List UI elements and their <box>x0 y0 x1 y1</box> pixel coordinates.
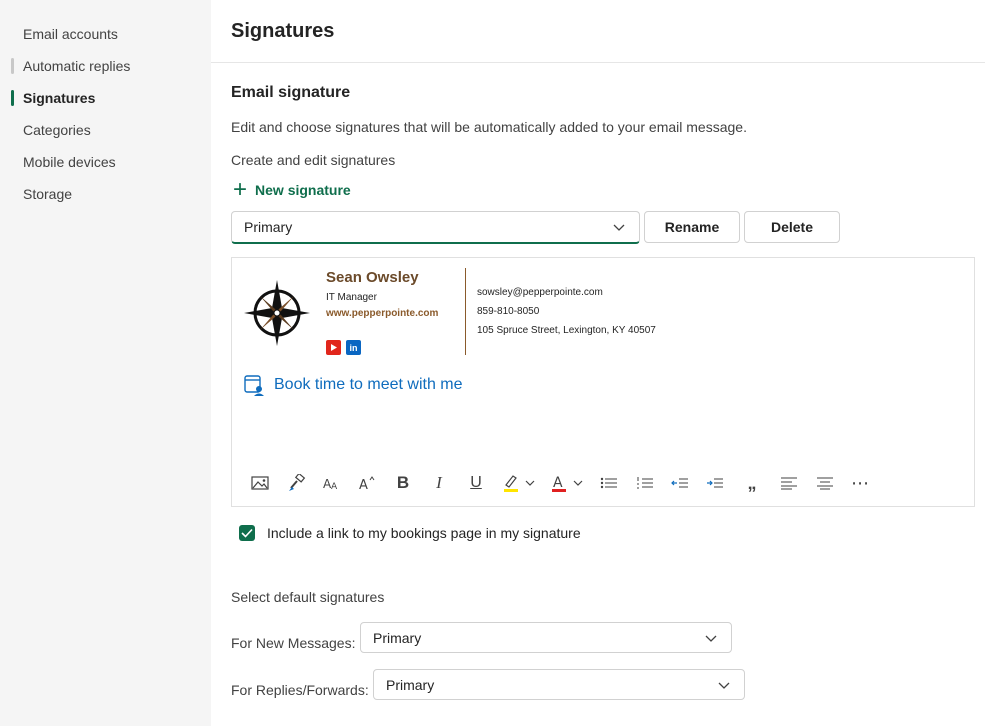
replies-forwards-label: For Replies/Forwards: <box>231 682 369 698</box>
booking-link-text: Book time to meet with me <box>274 376 463 393</box>
new-messages-select[interactable]: Primary <box>360 622 732 653</box>
chevron-down-icon <box>705 635 717 642</box>
sidebar-item-email-accounts[interactable]: Email accounts <box>23 24 118 44</box>
nav-active-indicator <box>11 90 14 106</box>
rename-button[interactable]: Rename <box>644 211 740 243</box>
include-bookings-checkbox[interactable] <box>239 525 255 541</box>
sidebar-item-mobile-devices[interactable]: Mobile devices <box>23 152 116 172</box>
new-signature-label: New signature <box>255 182 351 198</box>
section-title: Email signature <box>231 84 351 101</box>
signature-phone: 859-810-8050 <box>477 306 540 317</box>
signatures-panel: Signatures Email signature Edit and choo… <box>211 0 985 726</box>
booking-link[interactable]: Book time to meet with me <box>244 374 463 396</box>
sidebar-item-automatic-replies[interactable]: Automatic replies <box>23 56 130 76</box>
format-painter-icon[interactable] <box>287 472 307 494</box>
change-case-icon[interactable]: A <box>358 472 378 494</box>
signature-select-value: Primary <box>244 219 293 235</box>
align-center-icon[interactable] <box>815 472 835 494</box>
page-title: Signatures <box>231 20 335 42</box>
bullets-icon[interactable] <box>599 472 619 494</box>
section-description: Edit and choose signatures that will be … <box>231 119 747 135</box>
create-edit-heading: Create and edit signatures <box>231 152 396 168</box>
font-color-icon[interactable]: A <box>550 472 586 494</box>
chevron-down-icon <box>613 224 625 231</box>
replies-forwards-value: Primary <box>386 676 435 693</box>
signature-editor[interactable]: Sean Owsley IT Manager www.pepperpointe.… <box>231 257 975 507</box>
signature-divider <box>465 268 466 355</box>
nav-scroll-indicator <box>11 58 14 74</box>
header-divider <box>211 62 985 63</box>
format-toolbar: AA A B I U A „ ⋯ <box>232 468 974 498</box>
signature-name: Sean Owsley <box>326 269 419 286</box>
signature-email: sowsley@pepperpointe.com <box>477 287 603 298</box>
sidebar-item-categories[interactable]: Categories <box>23 120 91 140</box>
linkedin-icon[interactable]: in <box>346 340 361 355</box>
include-bookings-row: Include a link to my bookings page in my… <box>239 525 581 541</box>
signature-address: 105 Spruce Street, Lexington, KY 40507 <box>477 325 656 336</box>
delete-button[interactable]: Delete <box>744 211 840 243</box>
default-signatures-heading: Select default signatures <box>231 589 385 605</box>
calendar-person-icon <box>244 375 264 396</box>
svg-text:A: A <box>359 478 368 491</box>
settings-sidebar: Email accounts Automatic replies Signatu… <box>0 0 211 726</box>
increase-indent-icon[interactable] <box>705 472 725 494</box>
plus-icon: + <box>233 176 248 203</box>
replies-forwards-select[interactable]: Primary <box>373 669 745 700</box>
svg-text:A: A <box>553 475 563 491</box>
youtube-icon[interactable] <box>326 340 341 355</box>
italic-icon[interactable]: I <box>430 472 448 494</box>
new-messages-value: Primary <box>373 629 422 646</box>
underline-icon[interactable]: U <box>467 472 485 494</box>
chevron-down-icon <box>718 682 730 689</box>
svg-text:A: A <box>331 482 338 490</box>
compass-logo <box>244 280 310 346</box>
new-messages-label: For New Messages: <box>231 635 356 651</box>
include-bookings-label: Include a link to my bookings page in my… <box>267 525 581 541</box>
align-left-icon[interactable] <box>779 472 799 494</box>
quote-icon[interactable]: „ <box>742 472 762 494</box>
decrease-indent-icon[interactable] <box>670 472 690 494</box>
bold-icon[interactable]: B <box>394 472 412 494</box>
font-size-icon[interactable]: AA <box>322 472 342 494</box>
numbering-icon[interactable] <box>635 472 655 494</box>
checkmark-icon <box>241 528 253 538</box>
more-options-icon[interactable]: ⋯ <box>849 472 871 494</box>
highlight-icon[interactable] <box>502 472 538 494</box>
new-signature-button[interactable]: + New signature <box>231 176 351 203</box>
signature-select[interactable]: Primary <box>231 211 640 244</box>
sidebar-item-storage[interactable]: Storage <box>23 184 72 204</box>
insert-picture-icon[interactable] <box>250 472 270 494</box>
signature-website: www.pepperpointe.com <box>326 308 439 319</box>
sidebar-item-signatures[interactable]: Signatures <box>23 88 95 108</box>
signature-role: IT Manager <box>326 292 377 303</box>
